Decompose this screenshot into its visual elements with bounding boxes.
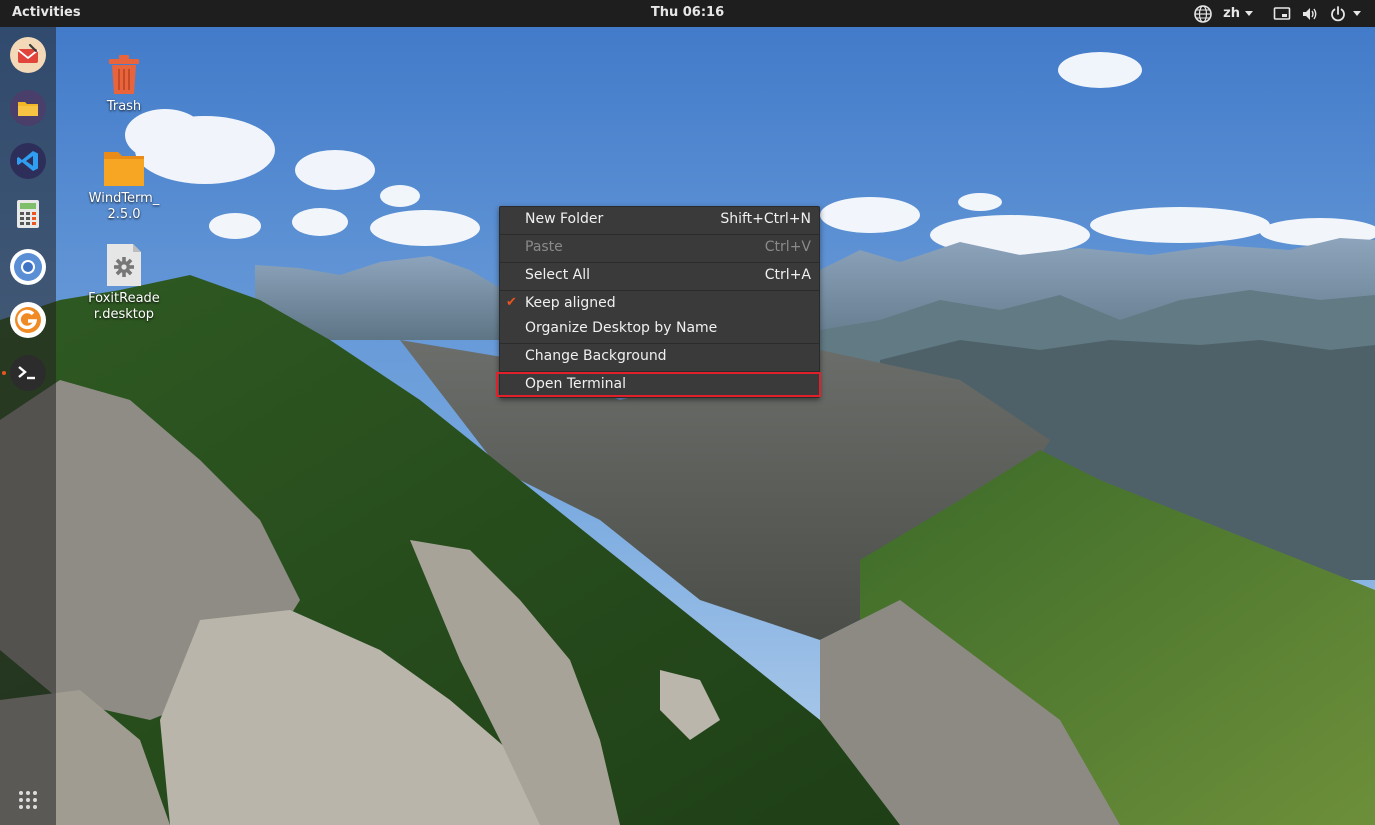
desktop-context-menu: New Folder Shift+Ctrl+N Paste Ctrl+V Sel… xyxy=(499,206,820,398)
menu-item-keep-aligned[interactable]: ✔ Keep aligned xyxy=(500,291,819,317)
language-label: zh xyxy=(1223,6,1240,21)
menu-item-new-folder[interactable]: New Folder Shift+Ctrl+N xyxy=(500,207,819,233)
foxit-icon[interactable] xyxy=(10,302,46,338)
clock-button[interactable]: Thu 06:16 xyxy=(651,5,724,20)
chevron-down-icon xyxy=(1353,11,1361,16)
vscode-icon[interactable] xyxy=(10,143,46,179)
window-icon[interactable] xyxy=(1273,0,1291,27)
desktop-icon-trash[interactable]: Trash xyxy=(84,48,164,115)
menu-item-select-all[interactable]: Select All Ctrl+A xyxy=(500,263,819,289)
mail-app-icon[interactable] xyxy=(10,37,46,73)
show-applications-icon[interactable] xyxy=(10,782,46,818)
menu-item-label: New Folder xyxy=(525,211,604,227)
menu-item-shortcut: Ctrl+A xyxy=(764,267,811,283)
trash-icon xyxy=(109,55,139,94)
volume-icon[interactable] xyxy=(1301,0,1319,27)
power-icon xyxy=(1331,5,1345,21)
chromium-icon[interactable] xyxy=(10,249,46,285)
menu-item-shortcut: Ctrl+V xyxy=(764,239,811,255)
menu-item-shortcut: Shift+Ctrl+N xyxy=(720,211,811,227)
power-menu[interactable] xyxy=(1329,0,1361,27)
desktop-icon-label: FoxitReade r.desktop xyxy=(88,291,160,322)
top-bar: Activities Thu 06:16 zh xyxy=(0,0,1375,27)
desktop-icon-label: Trash xyxy=(106,99,142,114)
checkmark-icon: ✔ xyxy=(506,295,517,310)
gear-file-icon xyxy=(107,244,141,286)
open-terminal-highlight xyxy=(496,372,821,397)
activities-button[interactable]: Activities xyxy=(12,5,81,20)
system-tray: zh xyxy=(1193,0,1361,27)
calculator-icon[interactable] xyxy=(10,196,46,232)
network-globe-icon[interactable] xyxy=(1193,0,1213,27)
menu-item-paste[interactable]: Paste Ctrl+V xyxy=(500,235,819,261)
menu-item-label: Keep aligned xyxy=(525,295,616,311)
menu-item-label: Organize Desktop by Name xyxy=(525,320,718,336)
menu-item-change-background[interactable]: Change Background xyxy=(500,344,819,370)
chevron-down-icon xyxy=(1245,11,1253,16)
menu-item-label: Change Background xyxy=(525,348,667,364)
clock-area: Thu 06:16 xyxy=(0,5,1375,20)
input-method-menu[interactable]: zh xyxy=(1223,0,1253,27)
folder-icon xyxy=(104,152,144,186)
terminal-icon[interactable] xyxy=(10,355,46,391)
desktop-icon-label: WindTerm_ 2.5.0 xyxy=(88,191,160,222)
menu-item-label: Paste xyxy=(525,239,563,255)
desktop-icon-foxitreader[interactable]: FoxitReade r.desktop xyxy=(84,240,164,323)
desktop-icon-windterm[interactable]: WindTerm_ 2.5.0 xyxy=(84,140,164,223)
dock xyxy=(0,27,56,825)
files-icon[interactable] xyxy=(10,90,46,126)
menu-item-label: Select All xyxy=(525,267,590,283)
desktop-wallpaper[interactable] xyxy=(0,0,1375,825)
running-indicator xyxy=(2,371,6,375)
menu-item-organize-by-name[interactable]: Organize Desktop by Name xyxy=(500,316,819,342)
